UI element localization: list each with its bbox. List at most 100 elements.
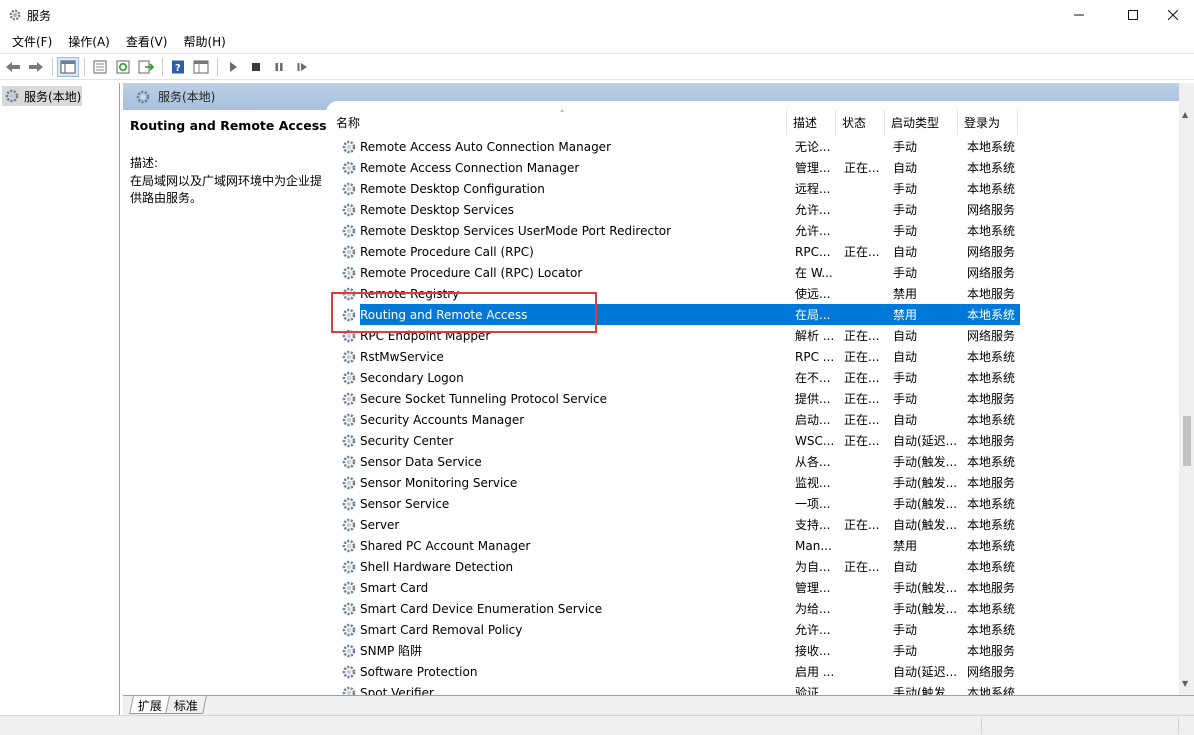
back-button[interactable] (2, 57, 24, 77)
start-service-button[interactable] (222, 57, 244, 77)
service-name: Server (360, 517, 400, 532)
service-gear-icon (342, 413, 356, 426)
cell-logon-as: 本地系统 (967, 623, 1016, 637)
column-header-description[interactable]: 描述 (787, 110, 836, 135)
cell-startup-type: 手动(触发... (893, 581, 958, 595)
service-gear-icon (342, 371, 356, 384)
svg-text:?: ? (175, 63, 181, 74)
table-row[interactable]: Sensor Service 一项... 手动(触发... 本地系统 (330, 493, 1030, 514)
table-row[interactable]: Security Center WSC... 正在... 自动(延迟... 本地服务 (330, 430, 1030, 451)
cell-logon-as: 本地系统 (967, 518, 1016, 532)
cell-description: 在不... (795, 371, 831, 385)
table-row[interactable]: Smart Card Device Enumeration Service 为给.… (330, 598, 1030, 619)
forward-button[interactable] (25, 57, 47, 77)
table-row[interactable]: RstMwService RPC ... 正在... 自动 本地系统 (330, 346, 1030, 367)
table-row[interactable]: Remote Desktop Services 允许... 手动 网络服务 (330, 199, 1030, 220)
service-name: Sensor Service (360, 496, 450, 511)
cell-startup-type: 手动 (893, 644, 918, 658)
cell-description: 一项... (795, 497, 831, 511)
cell-logon-as: 本地系统 (967, 497, 1016, 511)
menu-help[interactable]: 帮助(H) (175, 33, 233, 50)
cell-name: Smart Card (330, 577, 788, 598)
table-row[interactable]: Smart Card Removal Policy 允许... 手动 本地系统 (330, 619, 1030, 640)
cell-name: RPC Endpoint Mapper (330, 325, 788, 346)
column-header-logon-as[interactable]: 登录为 (958, 110, 1018, 135)
tree-item-label: 服务(本地) (24, 89, 82, 104)
menu-action[interactable]: 操作(A) (60, 33, 118, 50)
cell-status (838, 178, 887, 199)
table-row[interactable]: Shell Hardware Detection 为自... 正在... 自动 本地系统 (330, 556, 1030, 577)
menu-bar: 文件(F) 操作(A) 查看(V) 帮助(H) (0, 30, 1194, 52)
cell-status: 正在... (844, 560, 880, 574)
column-header-startup-type[interactable]: 启动类型 (885, 110, 958, 135)
stop-service-button[interactable] (245, 57, 267, 77)
menu-file[interactable]: 文件(F) (4, 33, 60, 50)
cell-status: 正在... (844, 371, 880, 385)
table-row[interactable]: Remote Access Connection Manager 管理... 正在.… (330, 157, 1030, 178)
console-view-button[interactable] (190, 57, 212, 77)
help-icon: ? (172, 60, 184, 74)
table-row[interactable]: Secure Socket Tunneling Protocol Service… (330, 388, 1030, 409)
cell-startup-type: 禁用 (887, 304, 960, 325)
cell-startup-type: 自动 (893, 413, 918, 427)
table-row[interactable]: Spot Verifier 验证... 手动(触发... 本地系统 (330, 682, 1030, 695)
tree-item-services-local[interactable]: 服务(本地) (2, 86, 82, 106)
service-name: Secure Socket Tunneling Protocol Service (360, 391, 607, 406)
cell-startup-type: 手动(触发... (893, 476, 958, 490)
refresh-button[interactable] (112, 57, 134, 77)
table-row[interactable]: Smart Card 管理... 手动(触发... 本地服务 (330, 577, 1030, 598)
table-row-selected[interactable]: Routing and Remote Access 在局... 禁用 本地系统 (330, 304, 1030, 325)
service-name: Remote Desktop Services UserMode Port Re… (360, 223, 672, 238)
cell-name: Remote Desktop Services (330, 199, 788, 220)
table-row[interactable]: Remote Registry 使远... 禁用 本地服务 (330, 283, 1030, 304)
show-hide-console-tree-button[interactable] (57, 56, 79, 77)
menu-view[interactable]: 查看(V) (118, 33, 176, 50)
scroll-down-icon[interactable]: ▼ (1182, 679, 1188, 688)
cell-name: Sensor Service (330, 493, 788, 514)
description-panel: Routing and Remote Access 描述: 在局域网以及广域网环… (123, 110, 329, 695)
cell-name: Remote Desktop Services UserMode Port Re… (330, 220, 788, 241)
tab-standard[interactable]: 标准 (165, 696, 207, 714)
export-list-button[interactable] (135, 57, 157, 77)
cell-startup-type: 手动 (893, 140, 918, 154)
table-row[interactable]: Remote Procedure Call (RPC) Locator 在 W..… (330, 262, 1030, 283)
cell-startup-type: 手动 (893, 203, 918, 217)
table-row[interactable]: Security Accounts Manager 启动... 正在... 自动 本地系… (330, 409, 1030, 430)
table-row[interactable]: SNMP 陷阱 接收... 手动 本地服务 (330, 640, 1030, 661)
table-row[interactable]: Remote Desktop Configuration 远程... 手动 本地系统 (330, 178, 1030, 199)
vertical-scrollbar[interactable]: ▲ ▼ (1179, 83, 1194, 695)
cell-status: 正在... (844, 329, 880, 343)
table-row[interactable]: Remote Desktop Services UserMode Port Re… (330, 220, 1030, 241)
table-row[interactable]: Software Protection 启用 ... 自动(延迟... 网络服务 (330, 661, 1030, 682)
pause-service-button[interactable] (268, 57, 290, 77)
table-row[interactable]: Secondary Logon 在不... 正在... 手动 本地系统 (330, 367, 1030, 388)
table-row[interactable]: Remote Procedure Call (RPC) RPC... 正在... 自动… (330, 241, 1030, 262)
scroll-up-icon[interactable]: ▲ (1182, 110, 1188, 119)
properties-button[interactable] (89, 57, 111, 77)
service-gear-icon (342, 140, 356, 153)
service-gear-icon (342, 497, 356, 510)
table-row[interactable]: Sensor Data Service 从各... 手动(触发... 本地系统 (330, 451, 1030, 472)
table-row[interactable]: Sensor Monitoring Service 监视... 手动(触发... 本地… (330, 472, 1030, 493)
scrollbar-thumb[interactable] (1183, 416, 1191, 466)
column-header-name[interactable]: 名称 (330, 110, 787, 135)
table-row[interactable]: Remote Access Auto Connection Manager 无论.… (330, 136, 1030, 157)
help-button[interactable]: ? (167, 57, 189, 77)
cell-name: Shared PC Account Manager (330, 535, 788, 556)
cell-description: 接收... (795, 644, 831, 658)
minimize-button[interactable] (1056, 0, 1102, 30)
cell-name: Secure Socket Tunneling Protocol Service (330, 388, 788, 409)
service-gear-icon (342, 350, 356, 363)
cell-description: 管理... (795, 161, 831, 175)
table-row[interactable]: Server 支持... 正在... 自动(触发... 本地系统 (330, 514, 1030, 535)
close-button[interactable] (1150, 0, 1194, 30)
cell-startup-type: 禁用 (893, 287, 918, 301)
cell-name: Remote Registry (330, 283, 788, 304)
column-header-status[interactable]: 状态 (836, 110, 885, 135)
cell-startup-type: 手动(触发... (893, 497, 958, 511)
table-row[interactable]: Shared PC Account Manager Man... 禁用 本地系统 (330, 535, 1030, 556)
resume-service-button[interactable] (291, 57, 313, 77)
service-gear-icon (342, 266, 356, 279)
service-gear-icon (342, 644, 356, 657)
table-row[interactable]: RPC Endpoint Mapper 解析 ... 正在... 自动 网络服务 (330, 325, 1030, 346)
